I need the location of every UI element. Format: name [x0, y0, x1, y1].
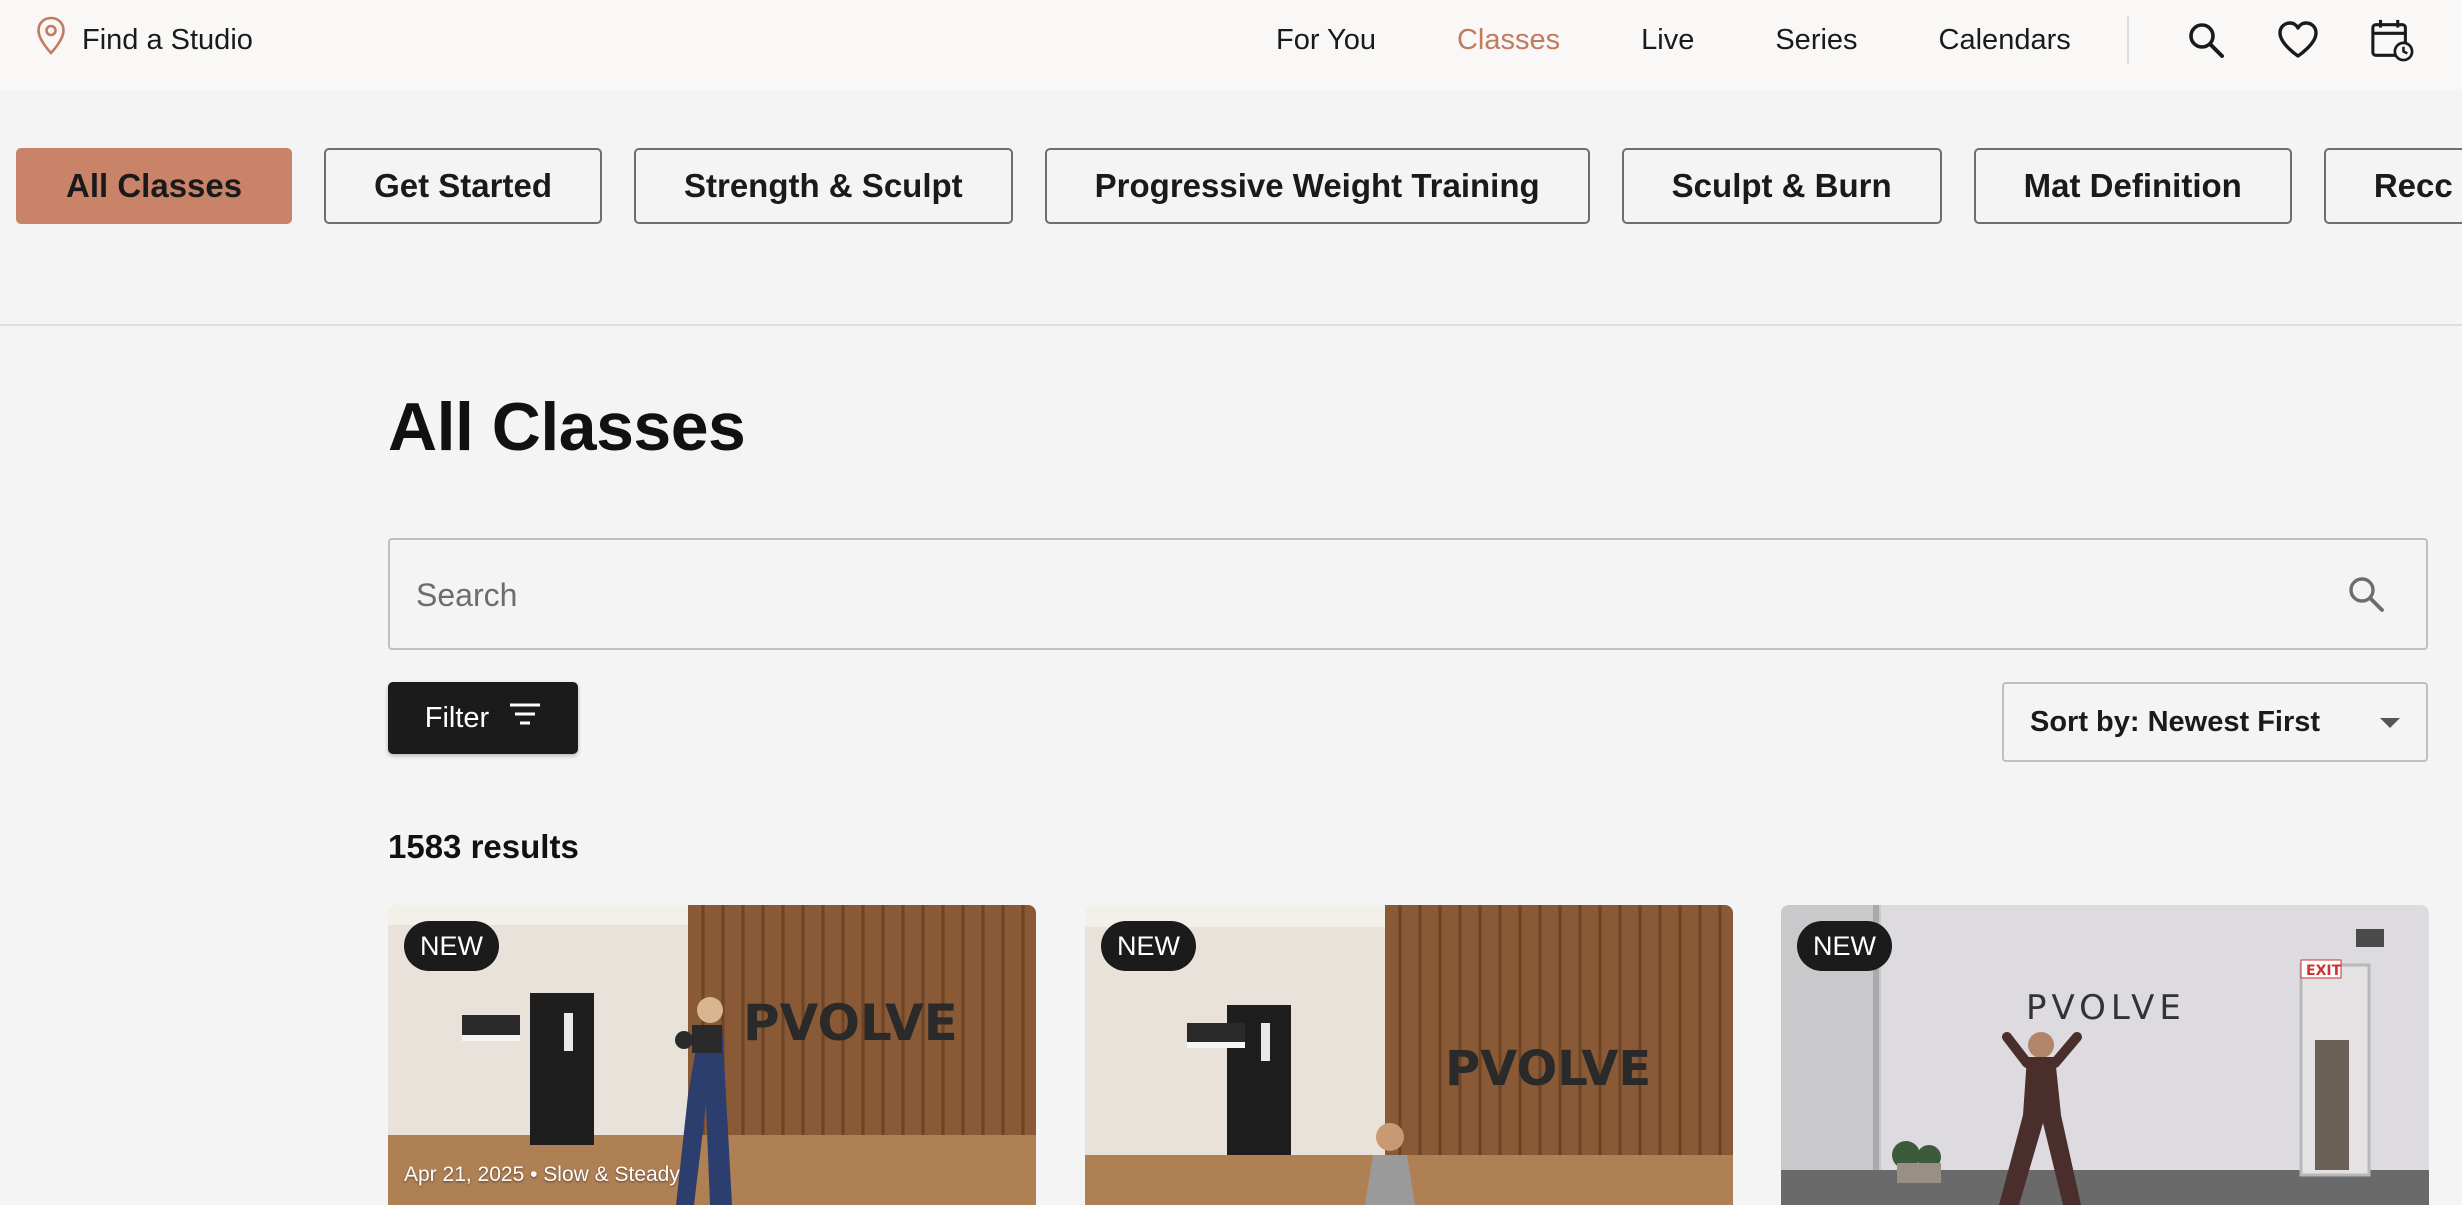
- category-chips: All Classes Get Started Strength & Sculp…: [16, 148, 2462, 228]
- card-brand-text: PVOLVE: [1445, 1041, 1651, 1097]
- search-input[interactable]: [414, 540, 2318, 650]
- chip-mat-definition[interactable]: Mat Definition: [1973, 148, 2292, 224]
- chip-progressive-weight-training[interactable]: Progressive Weight Training: [1044, 148, 1590, 224]
- search-box: [388, 538, 2428, 650]
- search-icon[interactable]: [2184, 18, 2228, 62]
- search-icon[interactable]: [2346, 574, 2386, 614]
- card-meta: Apr 21, 2025 • Slow & Steady: [404, 1163, 680, 1186]
- card-brand-text: PVOLVE: [743, 994, 958, 1052]
- new-badge: NEW: [1101, 921, 1196, 971]
- nav-classes[interactable]: Classes: [1457, 24, 1560, 57]
- find-a-studio-link[interactable]: Find a Studio: [36, 0, 253, 80]
- chip-get-started[interactable]: Get Started: [324, 148, 602, 224]
- filter-icon: [509, 701, 541, 735]
- top-navigation: Find a Studio For You Classes Live Serie…: [0, 0, 2462, 90]
- filter-button[interactable]: Filter: [388, 682, 578, 754]
- exit-sign: EXIT: [2306, 963, 2342, 979]
- nav-live[interactable]: Live: [1641, 24, 1694, 57]
- main-nav: For You Classes Live Series Calendars: [1276, 0, 2071, 80]
- find-a-studio-label: Find a Studio: [82, 23, 253, 56]
- heart-icon[interactable]: [2276, 18, 2320, 62]
- nav-for-you[interactable]: For You: [1276, 24, 1376, 57]
- class-card[interactable]: PVOLVE NEW Apr 21, 2025 • Slow & Steady: [388, 905, 1036, 1205]
- class-card[interactable]: PVOLVE NEW: [1085, 905, 1733, 1205]
- chip-sculpt-burn[interactable]: Sculpt & Burn: [1621, 148, 1942, 224]
- new-badge: NEW: [404, 921, 499, 971]
- chip-strength-sculpt[interactable]: Strength & Sculpt: [633, 148, 1013, 224]
- card-brand-text: PVOLVE: [2026, 988, 2186, 1028]
- new-badge: NEW: [1797, 921, 1892, 971]
- filter-label: Filter: [424, 701, 490, 734]
- chip-recovery[interactable]: Recc: [2323, 148, 2462, 224]
- location-pin-icon: [36, 16, 66, 64]
- class-card[interactable]: EXIT PVOLVE NEW: [1781, 905, 2429, 1205]
- page-title: All Classes: [388, 389, 746, 465]
- nav-series[interactable]: Series: [1775, 24, 1857, 57]
- chip-all-classes[interactable]: All Classes: [16, 148, 293, 224]
- nav-divider: [2127, 16, 2129, 64]
- nav-calendars[interactable]: Calendars: [1939, 24, 2071, 57]
- chevron-down-icon: [2380, 718, 2400, 728]
- results-count: 1583 results: [388, 828, 579, 865]
- sort-label: Sort by: Newest First: [2030, 705, 2321, 738]
- section-divider: [0, 324, 2462, 326]
- sort-dropdown[interactable]: Sort by: Newest First: [2002, 682, 2428, 762]
- calendar-history-icon[interactable]: [2370, 18, 2414, 62]
